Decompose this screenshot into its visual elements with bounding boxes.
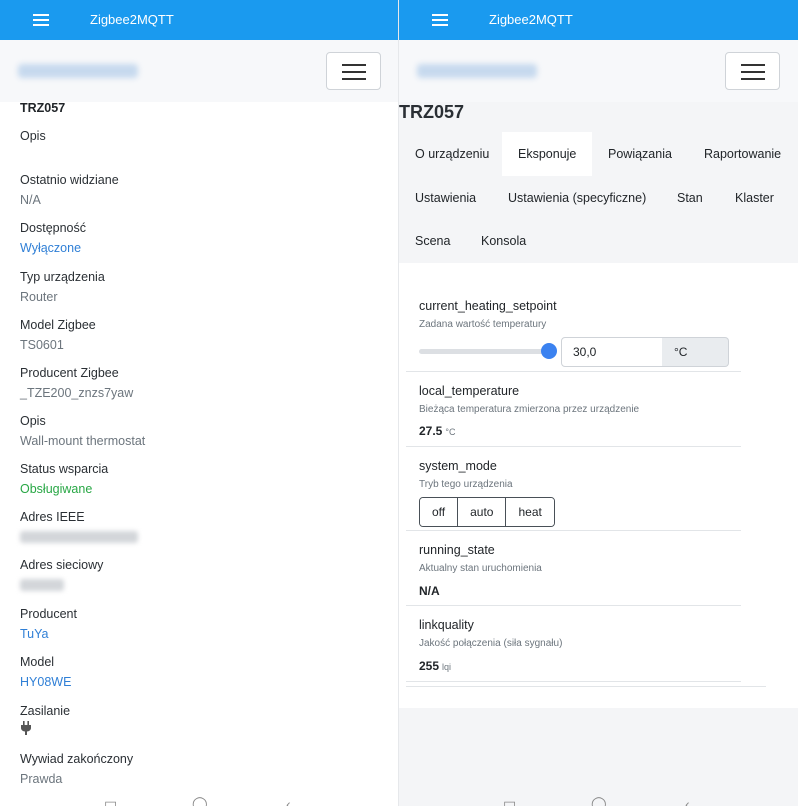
system-mode-button-group: off auto heat	[419, 497, 555, 527]
back-icon-right[interactable]: ‹	[685, 796, 690, 806]
device-tabs: O urządzeniu Eksponuje Powiązania Raport…	[399, 132, 798, 264]
feature-linkquality: linkquality Jakość połączenia (siła sygn…	[406, 606, 741, 682]
sub-bar	[0, 40, 399, 102]
screen: Zigbee2MQTT TRZ057 Opis Ostatnio widzian…	[0, 0, 798, 806]
setpoint-unit: °C	[662, 337, 729, 367]
mode-off-button[interactable]: off	[420, 498, 458, 526]
plug-icon	[20, 721, 70, 741]
field-network-address: Adres sieciowy	[20, 555, 103, 594]
field-description: Opis Wall-mount thermostat	[20, 414, 146, 448]
field-support-status: Status wsparcia Obsługiwane	[20, 462, 109, 496]
model-link[interactable]: HY08WE	[20, 672, 71, 692]
card-divider	[406, 686, 766, 687]
field-last-seen: Ostatnio widziane N/A	[20, 173, 119, 207]
menu-icon-right[interactable]	[432, 14, 448, 26]
navbar-toggler-button-right[interactable]	[725, 52, 780, 90]
recents-icon[interactable]: ▭	[104, 795, 117, 806]
running-state-value: N/A	[419, 584, 440, 598]
device-title: TRZ057	[399, 102, 465, 122]
setpoint-input[interactable]: 30,0	[561, 337, 663, 367]
top-bar-right: Zigbee2MQTT	[399, 0, 798, 40]
tab-cluster[interactable]: Klaster	[719, 176, 790, 220]
tab-settings-specific[interactable]: Ustawienia (specyficzne)	[492, 176, 662, 220]
right-pane: Zigbee2MQTT TRZ057 O urządzeniu Eksponuj…	[399, 0, 798, 806]
field-model: Model HY08WE	[20, 652, 71, 692]
feature-running-state: running_state Aktualny stan uruchomienia…	[406, 531, 741, 606]
feature-system-mode: system_mode Tryb tego urządzenia off aut…	[406, 447, 741, 531]
local-temperature-value: 27.5 °C	[419, 424, 456, 438]
tab-about[interactable]: O urządzeniu	[399, 132, 505, 176]
menu-icon[interactable]	[33, 14, 49, 26]
tab-exposes[interactable]: Eksponuje	[502, 132, 593, 176]
recents-icon-right[interactable]: ▭	[503, 795, 516, 806]
device-name: TRZ057	[20, 101, 66, 115]
feature-local-temperature: local_temperature Bieżąca temperatura zm…	[406, 372, 741, 447]
home-icon[interactable]: ◯	[192, 795, 208, 806]
tab-settings[interactable]: Ustawienia	[399, 176, 492, 220]
setpoint-slider[interactable]	[419, 349, 549, 354]
field-interview-completed: Wywiad zakończony Prawda	[20, 752, 134, 786]
mode-auto-button[interactable]: auto	[457, 498, 506, 526]
tab-state[interactable]: Stan	[661, 176, 719, 220]
app-title-right[interactable]: Zigbee2MQTT	[489, 12, 573, 27]
system-nav-bar: ▭ ◯ ‹	[0, 786, 399, 806]
tab-scene[interactable]: Scena	[399, 219, 466, 263]
plug-icon-svg	[21, 721, 31, 735]
tab-reporting[interactable]: Raportowanie	[688, 132, 797, 176]
top-bar: Zigbee2MQTT	[0, 0, 399, 40]
app-title[interactable]: Zigbee2MQTT	[90, 12, 174, 27]
breadcrumb-right[interactable]	[417, 64, 537, 78]
field-description-empty: Opis	[20, 129, 46, 143]
manufacturer-link[interactable]: TuYa	[20, 624, 77, 644]
left-pane: Zigbee2MQTT TRZ057 Opis Ostatnio widzian…	[0, 0, 399, 806]
ieee-address-redacted	[20, 531, 138, 543]
navbar-toggler-button[interactable]	[326, 52, 381, 90]
back-icon[interactable]: ‹	[286, 796, 291, 806]
availability-link[interactable]: Wyłączone	[20, 238, 86, 258]
setpoint-slider-thumb[interactable]	[541, 343, 557, 359]
field-manufacturer: Producent TuYa	[20, 604, 77, 644]
field-zigbee-manufacturer: Producent Zigbee _TZE200_znzs7yaw	[20, 366, 134, 400]
sub-bar-right	[399, 40, 798, 102]
field-device-type: Typ urządzenia Router	[20, 270, 105, 304]
system-nav-bar-right: ▭ ◯ ‹	[399, 786, 798, 806]
exposes-card: current_heating_setpoint Zadana wartość …	[399, 263, 798, 708]
field-power-source: Zasilanie	[20, 701, 70, 741]
tab-console[interactable]: Konsola	[465, 219, 542, 263]
field-zigbee-model: Model Zigbee TS0601	[20, 318, 96, 352]
tab-bind[interactable]: Powiązania	[592, 132, 688, 176]
breadcrumb[interactable]	[18, 64, 138, 78]
linkquality-value: 255 lqi	[419, 659, 452, 673]
feature-current-heating-setpoint: current_heating_setpoint Zadana wartość …	[406, 263, 741, 372]
field-availability: Dostępność Wyłączone	[20, 218, 86, 258]
home-icon-right[interactable]: ◯	[591, 795, 607, 806]
mode-heat-button[interactable]: heat	[505, 498, 554, 526]
field-ieee-address: Adres IEEE	[20, 507, 138, 546]
network-address-redacted	[20, 579, 64, 591]
